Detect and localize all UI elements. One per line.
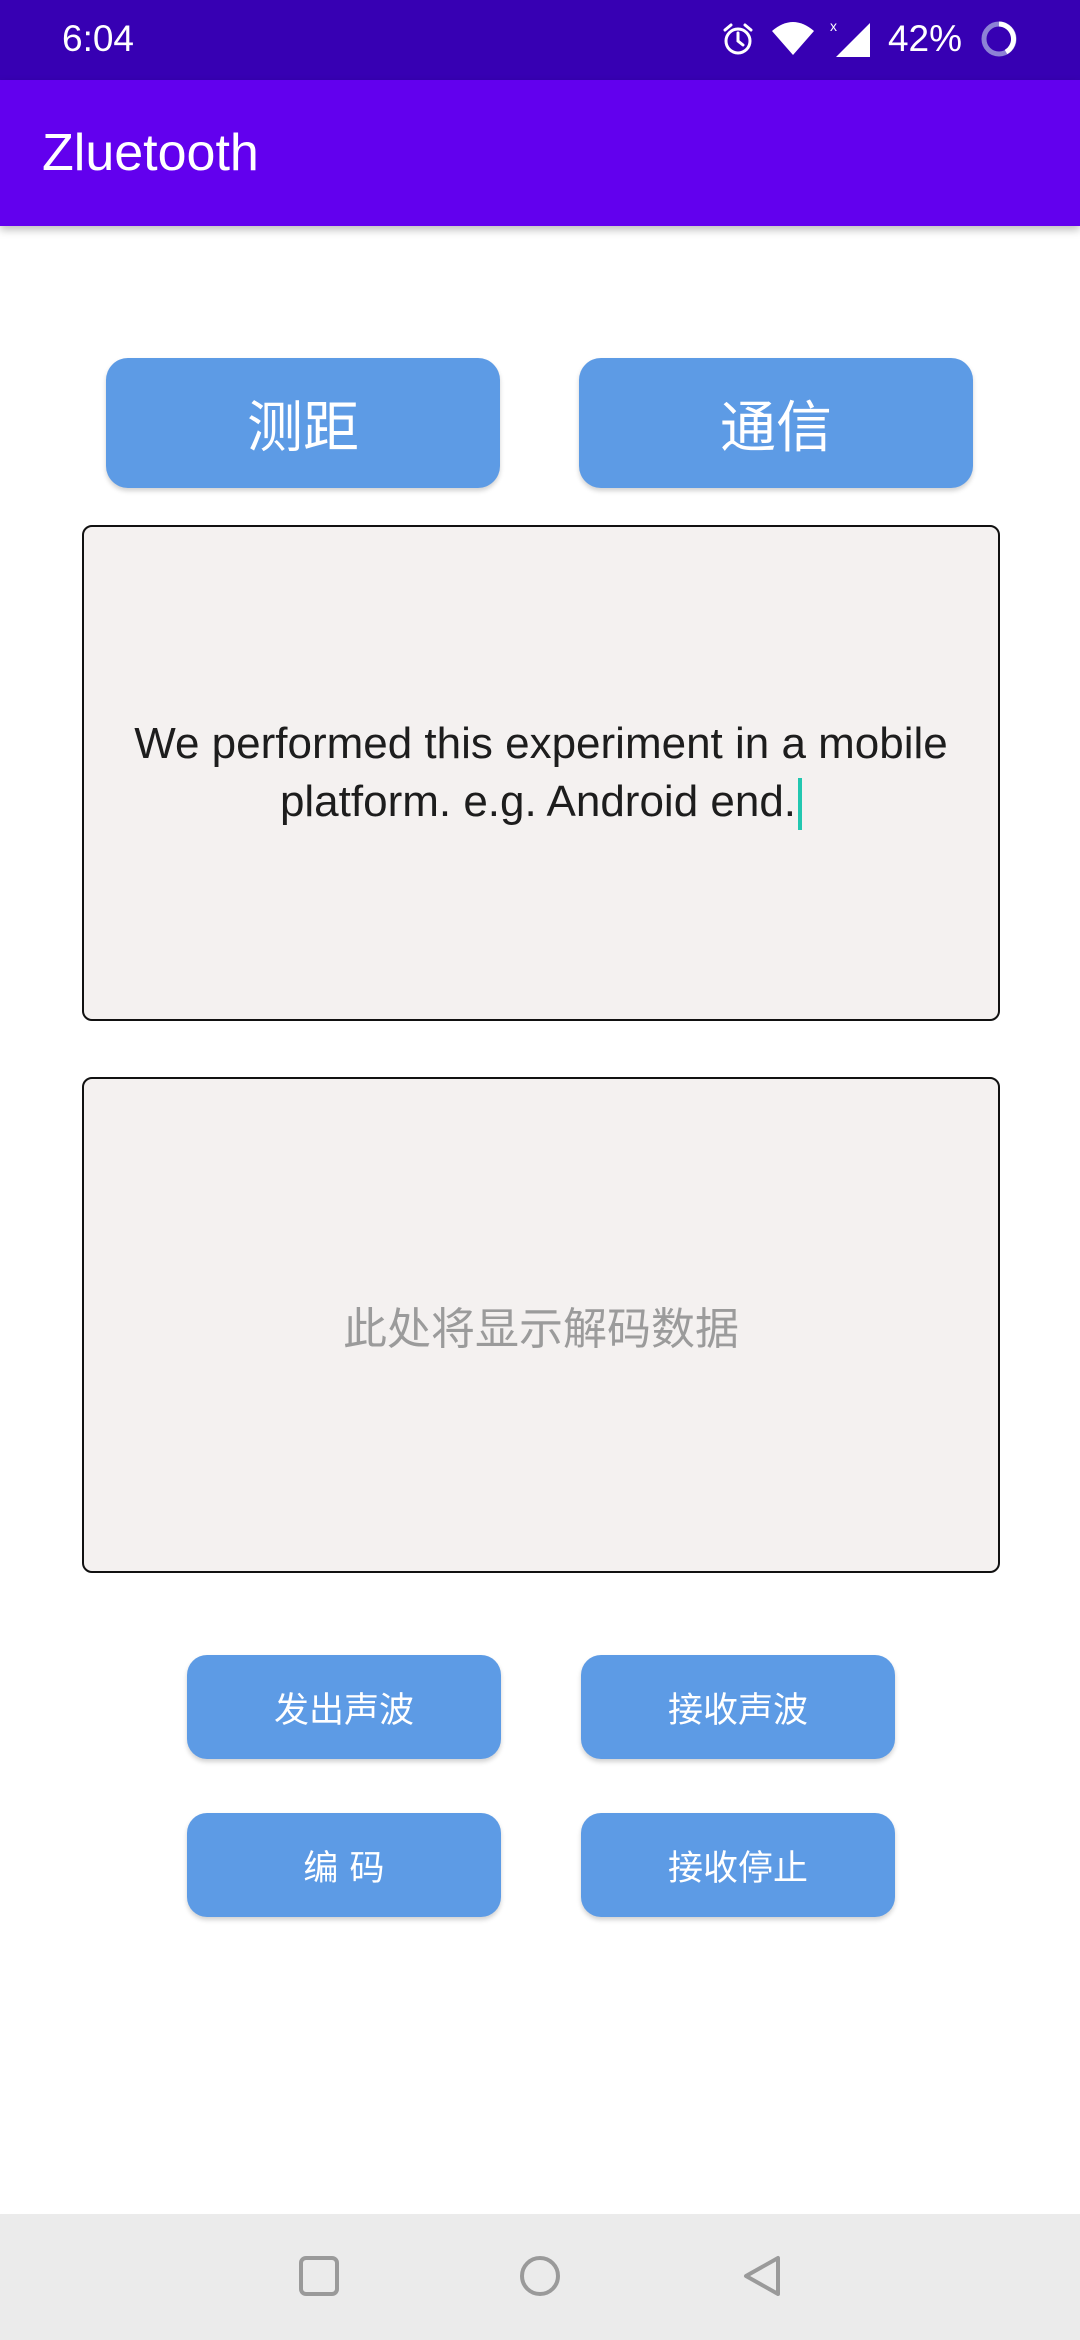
encode-button[interactable]: 编 码 (187, 1813, 501, 1917)
ranging-button[interactable]: 测距 (106, 358, 500, 488)
back-triangle-icon[interactable] (740, 2254, 784, 2303)
receive-wave-button[interactable]: 接收声波 (581, 1655, 895, 1759)
status-time: 6:04 (62, 18, 135, 59)
status-bar: 6:04 x 42% (0, 0, 1080, 80)
decoded-output-box: 此处将显示解码数据 (82, 1077, 1000, 1573)
status-icons: x 42% (720, 14, 1018, 64)
message-input-text-wrap: We performed this experiment in a mobile… (102, 715, 980, 831)
navigation-bar (0, 2214, 1080, 2340)
text-cursor (798, 778, 803, 831)
wifi-icon (770, 21, 816, 57)
app-bar: Zluetooth (0, 80, 1080, 226)
home-circle-icon[interactable] (518, 2254, 562, 2303)
decoded-output-placeholder: 此处将显示解码数据 (343, 1304, 739, 1355)
communication-button[interactable]: 通信 (579, 358, 973, 488)
message-input[interactable]: We performed this experiment in a mobile… (82, 525, 1000, 1021)
emit-wave-button[interactable]: 发出声波 (187, 1655, 501, 1759)
recents-square-icon[interactable] (297, 2254, 341, 2303)
battery-ring-icon (980, 20, 1018, 58)
message-input-value: We performed this experiment in a mobile… (134, 719, 948, 826)
svg-text:x: x (830, 19, 837, 34)
app-title: Zluetooth (42, 124, 259, 182)
alarm-icon (720, 21, 756, 57)
cell-signal-icon: x (830, 19, 874, 59)
battery-percentage: 42% (887, 18, 962, 59)
stop-receive-button[interactable]: 接收停止 (581, 1813, 895, 1917)
